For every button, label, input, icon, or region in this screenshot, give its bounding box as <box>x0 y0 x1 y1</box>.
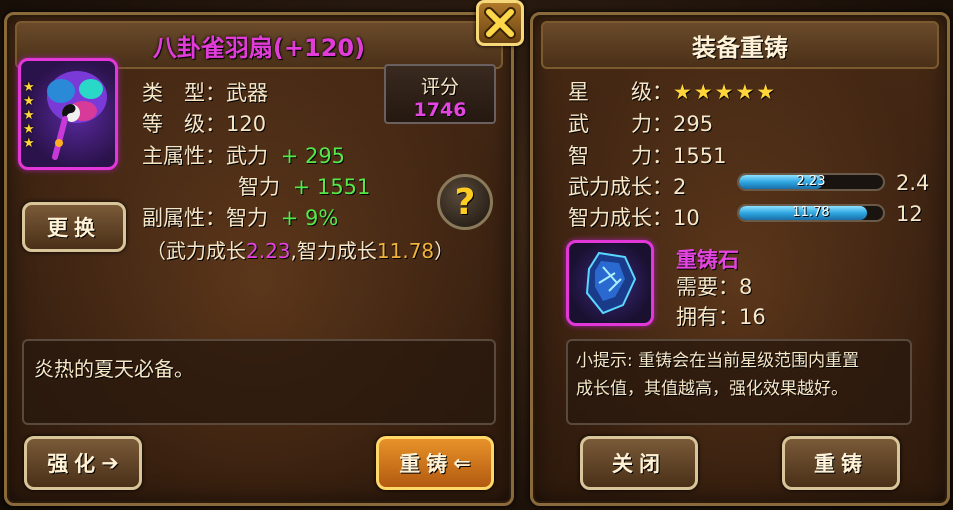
enhance-button[interactable]: 强化 ➔ <box>24 436 142 490</box>
sub-attr-value: + 9% <box>280 206 339 230</box>
main-attr-row-2: 智力 + 1551 <box>238 171 370 201</box>
force-growth-label: 武力成长： <box>568 175 673 199</box>
int-growth-current: 11.78 <box>792 205 830 220</box>
level-value: 120 <box>226 112 267 136</box>
tip-line-2: 成长值，其值越高，强化效果越好。 <box>576 379 848 399</box>
int-growth-label: 智力成长： <box>568 206 673 230</box>
tip-box: 小提示: 重铸会在当前星级范围内重置 成长值，其值越高，强化效果越好。 <box>566 339 912 425</box>
main-attr-1-value: + 295 <box>280 144 346 168</box>
crystal-stone-icon <box>585 251 637 315</box>
tip-line-1: 小提示: 重铸会在当前星级范围内重置 <box>576 351 860 371</box>
growth-int-value: 11.78 <box>376 239 435 263</box>
force-growth-min: 2 <box>673 175 687 199</box>
main-attr-2-value: + 1551 <box>292 175 371 199</box>
item-icon-frame[interactable]: ★ ★ ★ ★ ★ <box>18 58 118 170</box>
force-row: 武 力：295 <box>568 108 713 138</box>
force-growth-bar: 2.23 <box>737 173 885 191</box>
int-value: 1551 <box>673 144 727 168</box>
main-attr-label: 主属性： <box>142 144 226 168</box>
need-value: 8 <box>739 275 753 299</box>
confirm-recast-label: 重铸 <box>814 452 868 476</box>
need-row: 需要：8 <box>676 271 752 301</box>
sub-attr-label: 副属性： <box>142 206 226 230</box>
force-growth-max-value: 2.4 <box>896 171 930 195</box>
stone-name-row: 重铸石 <box>676 244 739 274</box>
growth-force-value: 2.23 <box>246 239 291 263</box>
int-growth-row: 智力成长：10 <box>568 202 700 232</box>
description-box: 炎热的夏天必备。 <box>22 339 496 425</box>
close-dialog-label: 关闭 <box>612 452 666 476</box>
force-growth-row: 武力成长：2 <box>568 171 686 201</box>
replace-button-label: 更换 <box>47 216 101 240</box>
level-label: 等 级： <box>142 112 226 136</box>
int-row: 智 力：1551 <box>568 140 726 170</box>
have-value: 16 <box>739 305 766 329</box>
recast-title-bar: 装备重铸 <box>541 21 939 69</box>
star-icons: ★★★★★ <box>673 80 778 104</box>
star-label: 星 级： <box>568 80 673 104</box>
force-value: 295 <box>673 112 714 136</box>
replace-button[interactable]: 更换 <box>22 202 126 252</box>
recast-button[interactable]: 重铸 ⇐ <box>376 436 494 490</box>
force-label: 武 力： <box>568 112 673 136</box>
type-row: 类 型：武器 <box>142 77 268 107</box>
growth-open: （武力成长 <box>146 239 246 263</box>
recast-stone-frame[interactable] <box>566 240 654 326</box>
close-dialog-button[interactable]: 关闭 <box>580 436 698 490</box>
recast-button-label: 重铸 <box>399 452 454 476</box>
sub-attr-row: 副属性：智力 + 9% <box>142 202 338 232</box>
have-row: 拥有：16 <box>676 301 766 331</box>
type-label: 类 型： <box>142 81 226 105</box>
item-title: 八卦雀羽扇(+120) <box>152 33 366 62</box>
score-label: 评分 <box>420 76 459 98</box>
stone-name: 重铸石 <box>676 248 739 272</box>
question-icon: ? <box>454 181 476 223</box>
int-label: 智 力： <box>568 144 673 168</box>
growth-mid: ,智力成长 <box>290 239 377 263</box>
type-value: 武器 <box>226 81 268 105</box>
close-icon <box>484 7 516 39</box>
int-growth-bar: 11.78 <box>737 204 885 222</box>
main-attr-1-name: 武力 <box>226 144 268 168</box>
star-row: 星 级：★★★★★ <box>568 76 777 106</box>
int-growth-max: 12 <box>896 202 923 226</box>
int-growth-min: 10 <box>673 206 700 230</box>
sub-attr-name: 智力 <box>226 206 268 230</box>
force-growth-max: 2.4 <box>896 171 929 195</box>
level-row: 等 级：120 <box>142 108 266 138</box>
growth-row: （武力成长2.23,智力成长11.78） <box>146 235 454 264</box>
int-growth-max-value: 12 <box>896 202 923 226</box>
need-label: 需要： <box>676 275 739 299</box>
score-value: 1746 <box>413 99 467 121</box>
item-description: 炎热的夏天必备。 <box>34 357 194 381</box>
main-attr-row-1: 主属性：武力 + 295 <box>142 140 345 170</box>
growth-close: ） <box>434 239 455 263</box>
confirm-recast-button[interactable]: 重铸 <box>782 436 900 490</box>
close-button[interactable] <box>476 0 524 46</box>
main-attr-2-name: 智力 <box>238 175 280 199</box>
arrow-right-icon: ➔ <box>101 451 119 475</box>
recast-title: 装备重铸 <box>692 33 788 62</box>
force-growth-current: 2.23 <box>796 174 826 189</box>
score-box: 评分 1746 <box>384 64 496 124</box>
have-label: 拥有： <box>676 305 739 329</box>
arrow-left-icon: ⇐ <box>453 451 471 475</box>
help-button[interactable]: ? <box>437 174 493 230</box>
enhance-button-label: 强化 <box>47 452 102 476</box>
feather-fan-icon <box>47 71 107 160</box>
